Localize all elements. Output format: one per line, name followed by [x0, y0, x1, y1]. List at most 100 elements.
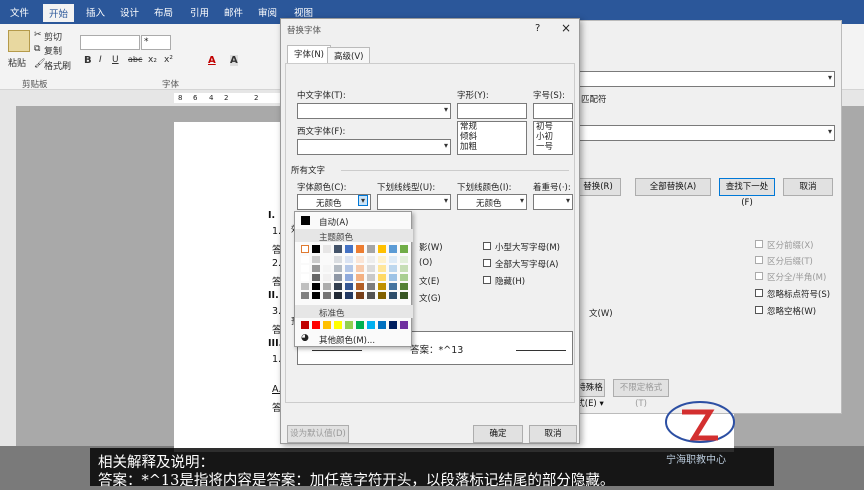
theme-tint-swatch[interactable]: [345, 274, 353, 281]
theme-color-swatch[interactable]: [367, 245, 375, 253]
theme-tint-swatch[interactable]: [356, 256, 364, 263]
theme-tint-swatch[interactable]: [378, 265, 386, 272]
theme-tint-swatch[interactable]: [312, 283, 320, 290]
list-item[interactable]: 小初: [534, 132, 572, 142]
theme-tint-swatch[interactable]: [312, 265, 320, 272]
theme-tint-swatch[interactable]: [301, 274, 309, 281]
paste-button[interactable]: 粘贴: [8, 56, 26, 69]
subscript-button[interactable]: x₂: [148, 55, 157, 65]
cancel-button[interactable]: 取消: [783, 178, 833, 196]
scissors-icon[interactable]: ✂: [34, 30, 42, 40]
tab-insert[interactable]: 插入: [86, 5, 105, 19]
font-color-combo[interactable]: 无颜色 ▾: [297, 194, 371, 210]
no-format-button[interactable]: 不限定格式(T): [613, 379, 669, 409]
standard-color-swatch[interactable]: [345, 321, 353, 329]
standard-color-swatch[interactable]: [334, 321, 342, 329]
find-next-button[interactable]: 查找下一处(F): [719, 178, 775, 208]
theme-tint-swatch[interactable]: [301, 265, 309, 272]
replace-all-button[interactable]: 全部替换(A): [635, 178, 711, 196]
theme-tint-swatch[interactable]: [367, 274, 375, 281]
theme-tint-swatch[interactable]: [356, 265, 364, 272]
theme-tint-swatch[interactable]: [345, 265, 353, 272]
theme-tint-swatch[interactable]: [323, 292, 331, 299]
find-what-combo[interactable]: ▾: [579, 71, 835, 87]
replace-with-combo[interactable]: ▾: [579, 125, 835, 141]
theme-tint-swatch[interactable]: [378, 292, 386, 299]
superscript-button[interactable]: x²: [164, 55, 173, 65]
theme-color-swatch[interactable]: [378, 245, 386, 253]
bold-button[interactable]: B: [84, 55, 92, 66]
size-input[interactable]: [533, 103, 573, 119]
theme-tint-swatch[interactable]: [400, 256, 408, 263]
theme-tint-swatch[interactable]: [367, 292, 375, 299]
theme-tint-swatch[interactable]: [323, 256, 331, 263]
theme-tint-swatch[interactable]: [378, 256, 386, 263]
chevron-down-icon[interactable]: ▾: [357, 195, 368, 206]
tab-font[interactable]: 字体(N): [287, 45, 331, 63]
theme-color-swatch[interactable]: [389, 245, 397, 253]
tab-mailings[interactable]: 邮件: [224, 5, 243, 19]
underline-color-combo[interactable]: 无颜色 ▾: [457, 194, 527, 210]
match-suffix-checkbox[interactable]: [755, 256, 763, 264]
theme-tint-swatch[interactable]: [345, 292, 353, 299]
theme-color-swatch[interactable]: [334, 245, 342, 253]
italic-button[interactable]: I: [99, 55, 102, 65]
theme-color-swatch[interactable]: [301, 245, 309, 253]
standard-color-swatch[interactable]: [389, 321, 397, 329]
match-prefix-checkbox[interactable]: [755, 240, 763, 248]
tab-view[interactable]: 视图: [294, 5, 313, 19]
theme-tint-swatch[interactable]: [301, 256, 309, 263]
theme-tint-swatch[interactable]: [389, 256, 397, 263]
style-input[interactable]: [457, 103, 527, 119]
theme-tint-swatch[interactable]: [334, 265, 342, 272]
list-item[interactable]: 一号: [534, 142, 572, 152]
standard-color-swatch[interactable]: [312, 321, 320, 329]
theme-tint-swatch[interactable]: [334, 292, 342, 299]
theme-tint-swatch[interactable]: [334, 274, 342, 281]
style-list[interactable]: 常规 倾斜 加粗: [457, 121, 527, 155]
theme-tint-swatch[interactable]: [312, 274, 320, 281]
list-item[interactable]: 常规: [458, 122, 526, 132]
tab-design[interactable]: 设计: [120, 5, 139, 19]
theme-tint-swatch[interactable]: [323, 274, 331, 281]
vertical-ruler[interactable]: [0, 106, 16, 446]
theme-tint-swatch[interactable]: [334, 283, 342, 290]
hidden-checkbox[interactable]: [483, 276, 491, 284]
font-color-button[interactable]: A: [208, 55, 216, 66]
ignore-space-checkbox[interactable]: [755, 306, 763, 314]
theme-tint-swatch[interactable]: [312, 256, 320, 263]
theme-tint-swatch[interactable]: [400, 274, 408, 281]
western-font-combo[interactable]: ▾: [297, 139, 451, 155]
theme-color-swatch[interactable]: [323, 245, 331, 253]
theme-tint-swatch[interactable]: [367, 265, 375, 272]
copy-icon[interactable]: ⧉: [34, 44, 40, 54]
set-default-button[interactable]: 设为默认值(D): [287, 425, 349, 443]
ignore-punct-checkbox[interactable]: [755, 289, 763, 297]
theme-tint-swatch[interactable]: [367, 283, 375, 290]
theme-color-swatch[interactable]: [345, 245, 353, 253]
theme-tint-swatch[interactable]: [312, 292, 320, 299]
theme-color-swatch[interactable]: [400, 245, 408, 253]
theme-tint-swatch[interactable]: [378, 283, 386, 290]
theme-tint-swatch[interactable]: [301, 283, 309, 290]
standard-color-swatch[interactable]: [301, 321, 309, 329]
underline-type-combo[interactable]: ▾: [377, 194, 451, 210]
theme-tint-swatch[interactable]: [389, 292, 397, 299]
all-caps-checkbox[interactable]: [483, 259, 491, 267]
more-colors-item[interactable]: 其他颜色(M)...: [319, 334, 375, 346]
help-button[interactable]: ?: [535, 23, 540, 34]
theme-tint-swatch[interactable]: [389, 274, 397, 281]
format-painter-button[interactable]: 格式刷: [44, 59, 71, 72]
cut-button[interactable]: 剪切: [44, 30, 62, 43]
paste-icon[interactable]: [8, 30, 30, 52]
strikethrough-button[interactable]: abc: [128, 55, 142, 64]
theme-tint-swatch[interactable]: [323, 283, 331, 290]
underline-button[interactable]: U: [112, 55, 119, 65]
tab-layout[interactable]: 布局: [154, 5, 173, 19]
close-button[interactable]: ×: [561, 21, 571, 35]
tab-file[interactable]: 文件: [10, 5, 29, 19]
font-size-box[interactable]: *: [141, 35, 171, 50]
theme-tint-swatch[interactable]: [400, 283, 408, 290]
standard-color-swatch[interactable]: [323, 321, 331, 329]
theme-tint-swatch[interactable]: [356, 283, 364, 290]
